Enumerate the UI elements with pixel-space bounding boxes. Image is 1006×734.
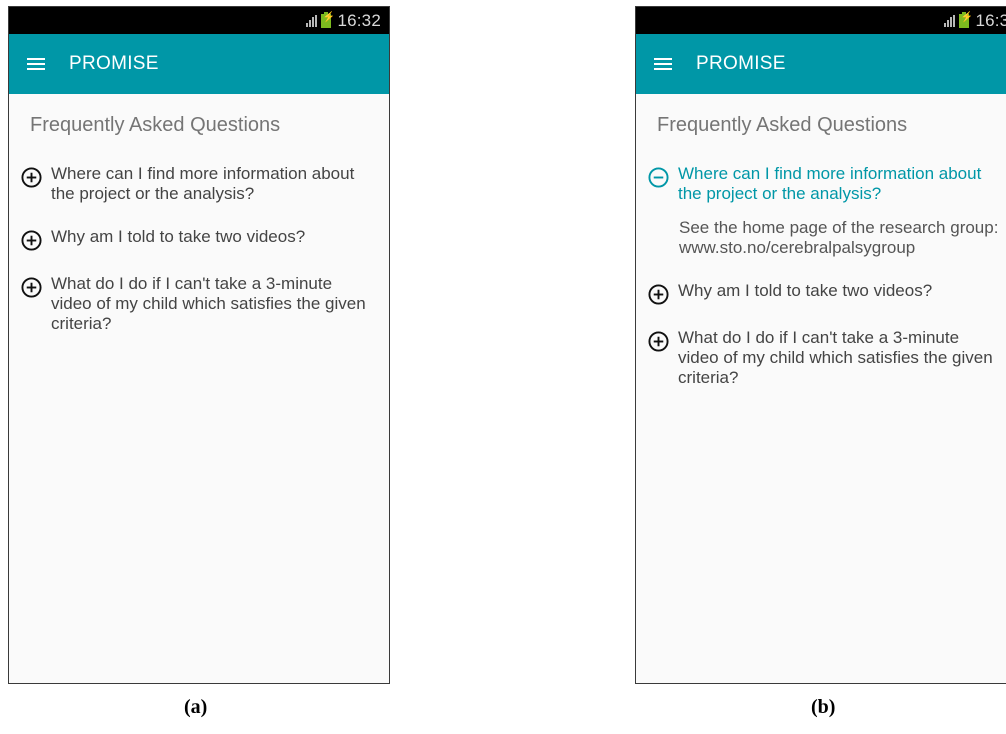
menu-icon[interactable]	[27, 55, 45, 73]
faq-question-toggle[interactable]: Where can I find more information about …	[648, 164, 1001, 204]
menu-icon[interactable]	[654, 55, 672, 73]
faq-question-toggle[interactable]: Where can I find more information about …	[21, 164, 375, 204]
status-time: 16:32	[975, 11, 1006, 30]
screen-b: 16:32 PROMISE Frequently Asked Questions…	[635, 6, 1006, 684]
faq-answer-text: See the home page of the research group:	[679, 218, 999, 237]
app-bar: PROMISE	[9, 34, 389, 94]
status-icons: 16:32	[306, 11, 381, 31]
faq-item: What do I do if I can't take a 3-minute …	[21, 274, 375, 334]
page-title: Frequently Asked Questions	[657, 114, 908, 136]
status-time: 16:32	[337, 11, 381, 30]
caption-a: (a)	[184, 696, 208, 718]
faq-item: Why am I told to take two videos?	[648, 281, 1001, 305]
status-icons: 16:32	[944, 11, 1006, 31]
faq-item: Where can I find more information about …	[21, 164, 375, 204]
plus-circle-icon	[648, 331, 669, 352]
app-title: PROMISE	[69, 53, 159, 74]
plus-circle-icon	[21, 277, 42, 298]
screen-a: 16:32 PROMISE Frequently Asked Questions	[8, 6, 390, 684]
faq-question-toggle[interactable]: Why am I told to take two videos?	[21, 227, 375, 251]
phone-frame: 16:32 PROMISE Frequently Asked Questions	[8, 6, 390, 684]
app-title: PROMISE	[696, 53, 786, 74]
faq-list: Where can I find more information about …	[648, 164, 1001, 388]
faq-question-text: What do I do if I can't take a 3-minute …	[678, 328, 993, 387]
page-title: Frequently Asked Questions	[30, 114, 281, 136]
faq-answer: See the home page of the research group:…	[679, 218, 1001, 258]
faq-content: Frequently Asked Questions Where can I f…	[636, 113, 1006, 388]
faq-question-text: Why am I told to take two videos?	[51, 227, 306, 246]
signal-icon	[944, 15, 956, 27]
faq-answer-link[interactable]: www.sto.no/cerebralpalsygroup	[679, 238, 1001, 258]
caption-b: (b)	[811, 696, 836, 718]
app-bar: PROMISE	[636, 34, 1006, 94]
faq-list: Where can I find more information about …	[21, 164, 375, 334]
plus-circle-icon	[21, 167, 42, 188]
minus-circle-icon	[648, 167, 669, 188]
plus-circle-icon	[21, 230, 42, 251]
faq-question-text: Where can I find more information about …	[51, 164, 355, 203]
faq-question-toggle[interactable]: What do I do if I can't take a 3-minute …	[21, 274, 375, 334]
faq-question-text: Why am I told to take two videos?	[678, 281, 933, 300]
faq-question-text: Where can I find more information about …	[678, 164, 982, 203]
faq-content: Frequently Asked Questions Where can I f…	[9, 113, 389, 334]
status-bar: 16:32	[636, 7, 1006, 34]
signal-icon	[306, 15, 318, 27]
faq-item-expanded: Where can I find more information about …	[648, 164, 1001, 258]
battery-charging-icon	[321, 12, 335, 28]
plus-circle-icon	[648, 284, 669, 305]
faq-question-text: What do I do if I can't take a 3-minute …	[51, 274, 366, 333]
battery-charging-icon	[959, 12, 973, 28]
faq-item: Why am I told to take two videos?	[21, 227, 375, 251]
status-bar: 16:32	[9, 7, 389, 34]
faq-question-toggle[interactable]: Why am I told to take two videos?	[648, 281, 1001, 305]
faq-question-toggle[interactable]: What do I do if I can't take a 3-minute …	[648, 328, 1001, 388]
phone-frame: 16:32 PROMISE Frequently Asked Questions…	[635, 6, 1006, 684]
faq-item: What do I do if I can't take a 3-minute …	[648, 328, 1001, 388]
